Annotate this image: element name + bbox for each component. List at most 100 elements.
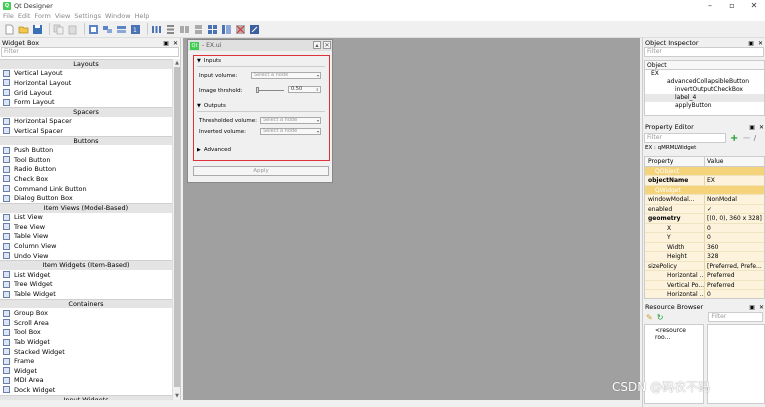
property-row[interactable]: Height 328 [645, 252, 764, 262]
property-row[interactable]: geometry [(0, 0), 360 x 328] [645, 214, 764, 224]
widget-item[interactable]: Column View [0, 241, 172, 251]
property-table[interactable]: Property Value QObject objectName EX QWidge… [644, 156, 765, 299]
reload-icon[interactable]: ↻ [657, 313, 664, 322]
threshold-slider-track[interactable] [256, 90, 284, 91]
widget-item[interactable]: Vertical Spacer [0, 126, 172, 136]
outputs-section-header[interactable]: ▼ Outputs [197, 103, 226, 109]
widget-item[interactable]: Horizontal Spacer [0, 117, 172, 127]
menu-item-file[interactable]: File [3, 12, 14, 20]
property-value[interactable]: 0 [705, 290, 764, 298]
property-value[interactable]: 0 [705, 233, 764, 242]
property-filter[interactable]: Filter [644, 133, 726, 143]
widget-item[interactable]: Group Box [0, 308, 172, 318]
widget-item[interactable]: Horizontal Layout [0, 78, 172, 88]
object-inspector-filter[interactable]: Filter [644, 47, 764, 57]
property-value[interactable]: 360 [705, 243, 764, 252]
widget-item[interactable]: Frame [0, 356, 172, 366]
form-window[interactable]: Qt - EX.ui ▴ ✕ ▼ Inputs Input volume: Sel… [187, 39, 333, 183]
advanced-section-header[interactable]: ▶ Advanced [197, 147, 231, 153]
edit-resources-icon[interactable]: ✎ [646, 313, 653, 322]
widget-item[interactable]: Widget [0, 366, 172, 376]
object-tree-item[interactable]: advancedCollapsibleButton [645, 78, 764, 86]
menu-item-form[interactable]: Form [34, 12, 50, 20]
widget-category[interactable]: Containers [0, 298, 172, 309]
inverted-volume-combo[interactable]: Select a node ▾ [260, 128, 321, 135]
menu-item-help[interactable]: Help [135, 12, 150, 20]
layout-grid-icon[interactable] [207, 24, 218, 35]
widget-item[interactable]: MDI Area [0, 376, 172, 386]
widget-item[interactable]: Tree View [0, 222, 172, 232]
property-row[interactable]: enabled ✓ [645, 204, 764, 214]
widget-category[interactable]: Spacers [0, 106, 172, 117]
property-row[interactable]: windowModal... NonModal [645, 195, 764, 205]
close-dock-icon[interactable]: ✕ [759, 304, 764, 311]
menu-item-edit[interactable]: Edit [18, 12, 31, 20]
edit-widgets-icon[interactable] [88, 24, 99, 35]
property-value[interactable]: Preferred [705, 281, 764, 290]
layout-horizontal-icon[interactable] [151, 24, 162, 35]
widget-item[interactable]: List View [0, 213, 172, 223]
property-row[interactable]: QWidget [645, 185, 764, 195]
save-icon[interactable] [32, 24, 43, 35]
form-minimize-icon[interactable]: ▴ [313, 41, 321, 49]
property-value[interactable]: NonModal [705, 195, 764, 204]
widget-box-filter[interactable]: Filter [1, 47, 179, 57]
close-icon[interactable]: ✕ [743, 0, 765, 11]
property-row[interactable]: Horizontal ... Preferred [645, 271, 764, 281]
minimize-icon[interactable]: – [699, 0, 721, 11]
thresholded-volume-combo[interactable]: Select a node ▾ [260, 117, 321, 124]
widget-item[interactable]: Radio Button [0, 165, 172, 175]
widget-item[interactable]: Undo View [0, 251, 172, 261]
break-layout-icon[interactable] [235, 24, 246, 35]
widget-item[interactable]: Tool Box [0, 328, 172, 338]
widget-item[interactable]: Push Button [0, 145, 172, 155]
widget-category[interactable]: Layouts [0, 59, 172, 69]
paste-icon[interactable] [67, 24, 78, 35]
widget-item[interactable]: List Widget [0, 270, 172, 280]
property-value[interactable]: 328 [705, 252, 764, 261]
property-row[interactable]: Width 360 [645, 242, 764, 252]
property-value[interactable]: 0 [705, 224, 764, 233]
widget-item[interactable]: Stacked Widget [0, 347, 172, 357]
widget-item[interactable]: Grid Layout [0, 88, 172, 98]
widget-item[interactable]: Dock Widget [0, 385, 172, 395]
menu-item-view[interactable]: View [55, 12, 70, 20]
property-row[interactable]: objectName EX [645, 176, 764, 186]
scroll-up-icon[interactable]: ▲ [173, 59, 181, 67]
menu-item-settings[interactable]: Settings [74, 12, 101, 20]
configure-icon[interactable]: / [754, 134, 756, 142]
remove-property-icon[interactable]: − [742, 133, 750, 144]
widget-item[interactable]: Tool Button [0, 155, 172, 165]
widget-category[interactable]: Buttons [0, 135, 172, 146]
object-tree-item[interactable]: EX [645, 70, 764, 78]
widget-item[interactable]: Table Widget [0, 289, 172, 299]
float-icon[interactable]: ▣ [749, 304, 755, 311]
object-tree-item[interactable]: invertOutputCheckBox [645, 86, 764, 94]
new-file-icon[interactable] [4, 24, 15, 35]
menu-item-window[interactable]: Window [105, 12, 131, 20]
property-value[interactable]: [(0, 0), 360 x 328] [705, 214, 764, 223]
layout-vertical-icon[interactable] [165, 24, 176, 35]
float-icon[interactable]: ▣ [749, 124, 755, 131]
object-tree-item[interactable]: applyButton [645, 102, 764, 110]
widget-item[interactable]: Dialog Button Box [0, 193, 172, 203]
widget-category[interactable]: Input Widgets [0, 394, 172, 400]
widget-category[interactable]: Item Views (Model-Based) [0, 202, 172, 213]
object-tree[interactable]: Object EX advancedCollapsibleButton invert… [644, 60, 765, 116]
widget-item[interactable]: Command Link Button [0, 184, 172, 194]
scroll-down-icon[interactable]: ▼ [173, 392, 181, 400]
property-row[interactable]: Horizontal ... 0 [645, 290, 764, 298]
threshold-slider-handle[interactable] [256, 87, 259, 93]
add-property-icon[interactable]: + [730, 133, 738, 144]
resource-filter[interactable]: Filter [708, 312, 764, 322]
property-row[interactable]: QObject [645, 166, 764, 176]
property-value[interactable]: EX [705, 176, 764, 185]
close-dock-icon[interactable]: ✕ [173, 40, 178, 47]
close-dock-icon[interactable]: ✕ [759, 124, 764, 131]
layout-splitter-h-icon[interactable] [179, 24, 190, 35]
inputs-section-header[interactable]: ▼ Inputs [197, 58, 221, 64]
widget-item[interactable]: Tree Widget [0, 280, 172, 290]
copy-icon[interactable] [53, 24, 64, 35]
widget-item[interactable]: Scroll Area [0, 318, 172, 328]
input-volume-combo[interactable]: Select a node ▾ [251, 72, 321, 79]
